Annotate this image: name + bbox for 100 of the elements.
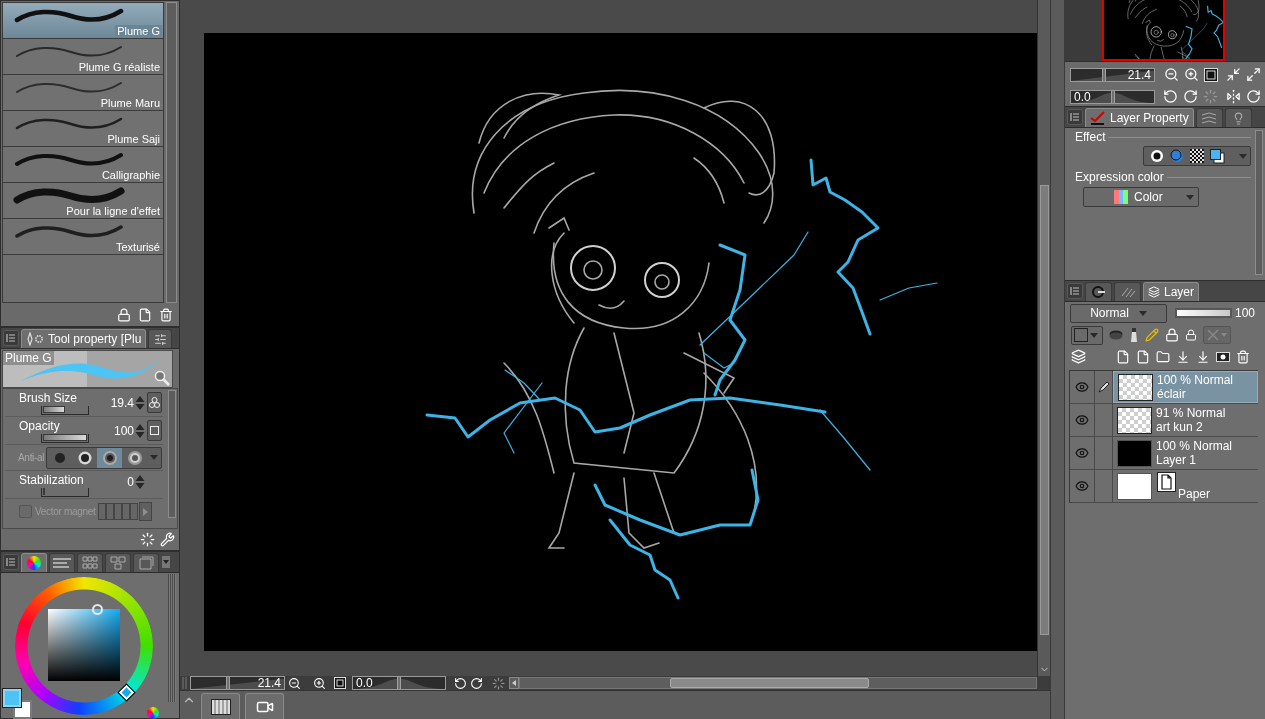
rotate-right-icon[interactable] <box>1183 89 1198 104</box>
zoom-in-icon[interactable] <box>313 676 326 690</box>
page-icon[interactable] <box>1136 349 1150 364</box>
layer-row[interactable]: 100 % Normal Layer 1 <box>1113 437 1258 469</box>
panel-tab[interactable]: Layer Property <box>1085 108 1194 127</box>
layer-row[interactable]: 91 % Normal art kun 2 <box>1113 404 1258 436</box>
ring-icon[interactable] <box>1150 149 1164 163</box>
slider-thumb[interactable] <box>1110 90 1115 103</box>
pen-icon[interactable] <box>1097 381 1110 393</box>
zoom-slider[interactable]: 21.4 <box>190 676 285 690</box>
wrench-icon[interactable] <box>160 532 175 547</box>
caret-icon[interactable] <box>1186 194 1194 200</box>
panel-tab[interactable] <box>201 693 240 719</box>
scrollbar[interactable] <box>168 574 176 702</box>
panel-menu-icon[interactable] <box>3 554 19 570</box>
pressure-button[interactable] <box>147 420 162 441</box>
radial-lines-icon[interactable] <box>140 532 155 547</box>
hue-handle[interactable] <box>118 684 135 701</box>
rotate-icon[interactable] <box>1246 89 1261 104</box>
scrollbar-thumb[interactable] <box>1039 185 1049 635</box>
panel-tab[interactable] <box>1085 282 1112 301</box>
pen-gear-icon[interactable] <box>26 332 44 346</box>
diagonal-arrows-icon[interactable] <box>1226 67 1241 82</box>
panel-menu-icon[interactable] <box>3 330 19 346</box>
rotate-left-icon[interactable] <box>1163 89 1178 104</box>
zoom-out-icon[interactable] <box>1164 67 1179 82</box>
panel-tab[interactable] <box>148 329 173 348</box>
fit-square-icon[interactable] <box>1204 67 1218 82</box>
eye-icon[interactable] <box>1075 380 1089 394</box>
page-icon[interactable] <box>1116 349 1130 364</box>
color-wheel-icon[interactable] <box>147 707 159 719</box>
layer-row[interactable]: 100 % Normal éclair <box>1113 371 1258 403</box>
arrow-down-icon[interactable] <box>1196 349 1210 364</box>
scrollbar[interactable] <box>166 2 177 303</box>
panel-tab[interactable]: Tool property [Plu <box>21 329 147 348</box>
color-wheel-icon[interactable] <box>27 556 41 570</box>
trash-icon[interactable] <box>1236 349 1250 364</box>
fit-square-icon[interactable] <box>334 677 346 689</box>
vertical-scrollbar[interactable] <box>1037 0 1050 676</box>
slider-thumb[interactable] <box>226 677 231 689</box>
zoom-slider[interactable]: 21.4 <box>1070 67 1155 82</box>
rotate-left-icon[interactable] <box>454 676 467 690</box>
horizontal-scrollbar[interactable] <box>519 677 1037 689</box>
grip-icon[interactable] <box>180 677 190 689</box>
stacked-chevrons-icon[interactable] <box>1201 112 1218 124</box>
folder-icon[interactable] <box>1156 349 1170 364</box>
slider-thumb[interactable] <box>1102 68 1107 81</box>
expression-color-dropdown[interactable]: Color <box>1083 187 1199 207</box>
eye-icon[interactable] <box>1075 413 1089 427</box>
lock-icon[interactable] <box>117 307 131 322</box>
tube-icon[interactable] <box>1129 328 1139 342</box>
caret-icon[interactable] <box>1239 153 1247 159</box>
square-icon[interactable] <box>1074 328 1088 342</box>
arrow-down-icon[interactable] <box>1176 349 1190 364</box>
overlapping-squares-icon[interactable] <box>138 556 154 570</box>
scrollbar[interactable] <box>1255 130 1263 275</box>
lock-icon[interactable] <box>1165 328 1179 342</box>
lock-icon[interactable] <box>1185 329 1197 341</box>
color-stripes-icon[interactable] <box>1114 190 1128 204</box>
flip-icon[interactable] <box>1226 89 1241 104</box>
slider-thumb[interactable] <box>397 677 401 689</box>
grid-icon[interactable] <box>82 556 98 570</box>
layers-icon[interactable] <box>1148 285 1160 299</box>
arrow-button[interactable] <box>138 502 152 521</box>
sliders-icon[interactable] <box>153 332 167 346</box>
saturation-value-square[interactable] <box>48 609 120 681</box>
circle-icon[interactable] <box>1170 149 1184 163</box>
layers-icon[interactable] <box>1071 349 1086 364</box>
caret-icon[interactable] <box>150 455 159 460</box>
color-picker-handle[interactable] <box>92 604 103 615</box>
zoom-in-icon[interactable] <box>1184 67 1199 82</box>
eye-icon[interactable] <box>1075 479 1089 493</box>
scrollbar-thumb[interactable] <box>670 678 869 688</box>
slider-track[interactable] <box>41 488 89 497</box>
layer-row[interactable]: Paper <box>1113 470 1258 502</box>
magnifier-icon[interactable] <box>154 370 170 386</box>
caret-icon[interactable] <box>1090 332 1098 338</box>
pressure-button[interactable] <box>147 392 162 413</box>
stripes-icon[interactable] <box>1119 286 1136 298</box>
layered-squares-icon[interactable] <box>1210 148 1225 164</box>
layer-color-dropdown[interactable] <box>1071 325 1103 345</box>
caret-icon[interactable] <box>1138 310 1147 316</box>
panel-menu-icon[interactable] <box>1067 109 1083 125</box>
check-icon[interactable] <box>1090 111 1106 125</box>
caret-icon[interactable] <box>161 555 171 569</box>
rotation-slider[interactable]: 0.0 <box>352 676 446 690</box>
brush-item[interactable]: Plume G <box>3 3 163 39</box>
diagonal-arrows-icon[interactable] <box>1246 67 1261 82</box>
page-icon[interactable] <box>138 307 152 322</box>
trash-icon[interactable] <box>159 307 173 322</box>
panel-tab[interactable]: Layer <box>1143 282 1199 301</box>
panel-menu-icon[interactable] <box>1067 283 1083 299</box>
blend-mode-dropdown[interactable]: Normal <box>1070 303 1167 323</box>
checker-icon[interactable] <box>1190 149 1204 163</box>
slider-track[interactable] <box>41 406 89 415</box>
main-color-swatch[interactable] <box>3 689 21 707</box>
disc-icon[interactable] <box>1109 330 1123 340</box>
rotation-slider[interactable]: 0.0 <box>1070 89 1155 104</box>
radial-lines-icon[interactable] <box>492 676 505 690</box>
scrollbar[interactable] <box>168 390 176 518</box>
